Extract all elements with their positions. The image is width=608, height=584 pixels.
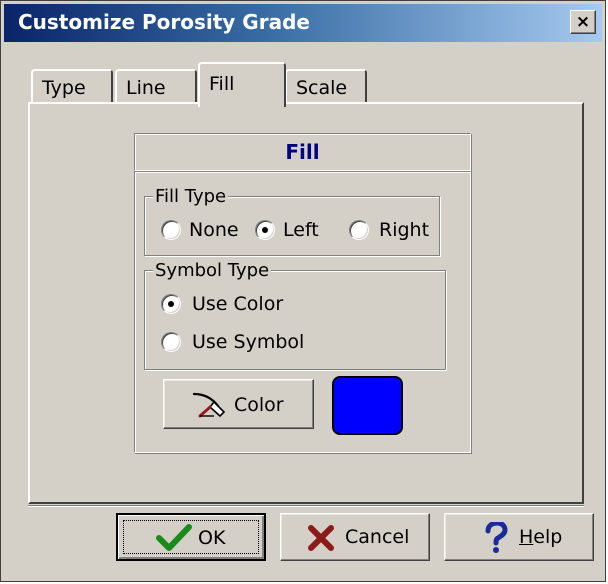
button-row-separator [28,505,584,507]
question-mark-icon [485,522,508,553]
cancel-button-label: Cancel [345,526,410,548]
help-label-rest: elp [533,526,563,548]
dialog-window: Customize Porosity Grade × Type Line Fil… [0,0,606,582]
use-symbol-label: Use Symbol [192,331,305,353]
help-mnemonic: H [519,526,534,548]
window-title: Customize Porosity Grade [18,10,310,34]
radio-selected-dot [168,301,174,307]
tab-scale-label: Scale [296,77,348,99]
tab-type-label: Type [42,77,86,99]
help-button-label: Help [519,525,562,549]
fill-type-none-label: None [189,219,239,241]
use-color-radio[interactable]: Use Color [161,292,291,316]
x-mark-icon [308,525,334,551]
tab-line-label: Line [126,77,166,99]
title-bar[interactable]: Customize Porosity Grade × [4,4,602,42]
fill-section-header: Fill [134,133,471,171]
fill-type-left-label: Left [283,219,319,241]
ok-button[interactable]: OK [116,513,266,561]
color-button-label: Color [234,394,284,416]
fill-type-left-radio[interactable]: Left [255,218,330,242]
close-button[interactable]: × [570,10,596,34]
tab-fill-label: Fill [209,73,235,95]
radio-circle-icon [161,294,181,314]
tab-line[interactable]: Line [115,69,197,105]
color-button[interactable]: Color [163,379,314,429]
tab-fill[interactable]: Fill [198,62,286,107]
tab-scale[interactable]: Scale [285,69,367,105]
paint-brush-icon [192,392,226,418]
close-icon: × [575,12,591,32]
radio-selected-dot [262,227,268,233]
radio-circle-icon [161,332,181,352]
fill-type-legend: Fill Type [153,186,229,207]
fill-type-right-label: Right [379,219,430,241]
use-symbol-radio[interactable]: Use Symbol [161,330,311,354]
fill-type-right-radio[interactable]: Right [349,218,434,242]
symbol-type-legend: Symbol Type [153,260,272,281]
fill-type-none-radio[interactable]: None [161,218,246,242]
radio-circle-icon [161,220,181,240]
tab-type[interactable]: Type [31,69,113,105]
cancel-button[interactable]: Cancel [280,513,430,561]
radio-circle-icon [255,220,275,240]
symbol-type-group [144,270,446,370]
use-color-label: Use Color [192,293,284,315]
fill-header-label: Fill [285,140,320,164]
ok-button-label: OK [198,527,226,549]
radio-circle-icon [349,220,369,240]
checkmark-icon [156,524,192,551]
help-button[interactable]: Help [444,513,594,561]
color-swatch[interactable] [332,376,403,435]
